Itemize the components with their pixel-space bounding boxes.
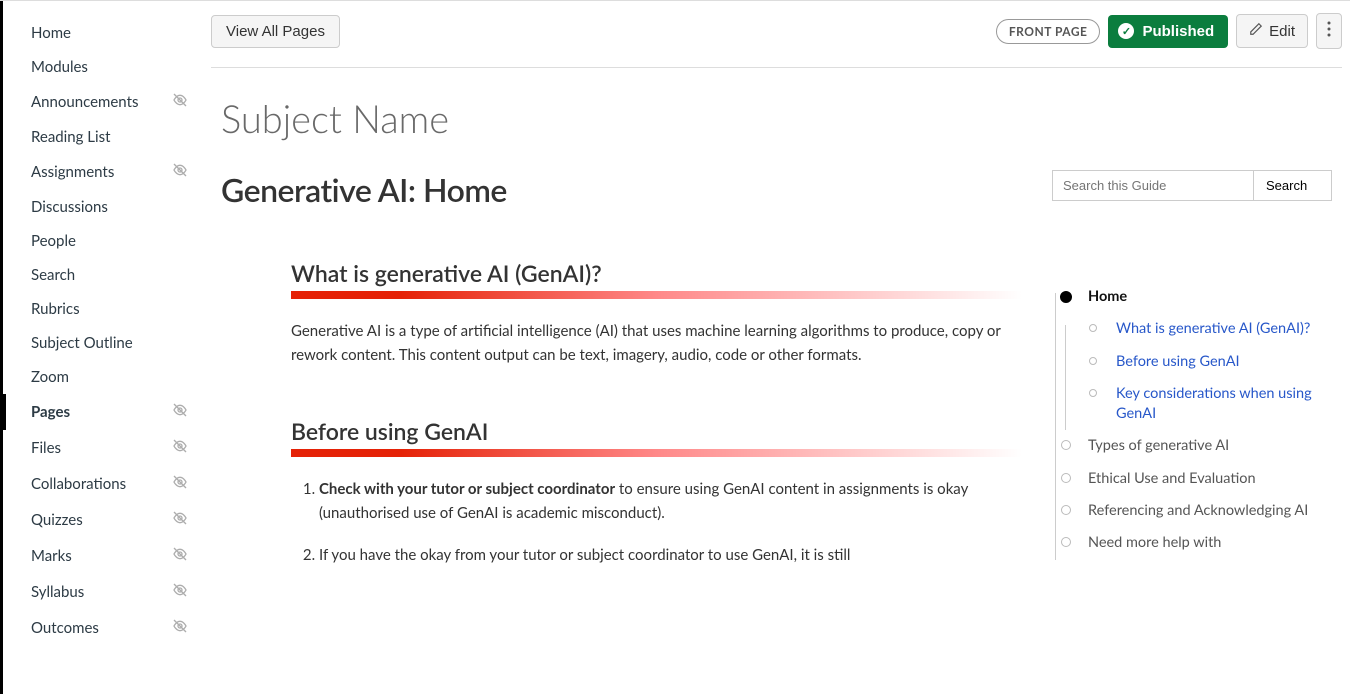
sidebar-item-label: Quizzes (31, 511, 83, 529)
sidebar-item-people[interactable]: People (3, 224, 203, 258)
sidebar-item-outcomes[interactable]: Outcomes (3, 610, 203, 646)
sidebar-item-label: Subject Outline (31, 334, 133, 352)
view-all-pages-button[interactable]: View All Pages (211, 15, 340, 48)
section-heading: Before using GenAI (291, 417, 1022, 445)
check-circle-icon: ✓ (1118, 23, 1134, 39)
hidden-icon (172, 510, 188, 530)
search-button[interactable]: Search (1253, 171, 1319, 200)
hidden-icon (172, 474, 188, 494)
sidebar-item-files[interactable]: Files (3, 430, 203, 466)
more-options-button[interactable] (1316, 13, 1342, 49)
hidden-icon (172, 438, 188, 458)
published-label: Published (1142, 23, 1214, 40)
sidebar-item-label: Zoom (31, 368, 69, 386)
guide-title: Generative AI: Home (221, 170, 507, 209)
toc-item[interactable]: Referencing and Acknowledging AI (1062, 495, 1332, 527)
edit-button[interactable]: Edit (1236, 14, 1308, 48)
sidebar-item-zoom[interactable]: Zoom (3, 360, 203, 394)
main-content-area: View All Pages FRONT PAGE ✓ Published Ed… (203, 1, 1350, 694)
guide-search: Search (1052, 170, 1332, 201)
sidebar-item-discussions[interactable]: Discussions (3, 190, 203, 224)
pencil-icon (1249, 22, 1263, 40)
hidden-icon (172, 402, 188, 422)
table-of-contents: HomeWhat is generative AI (GenAI)?Before… (1052, 281, 1332, 560)
sidebar-item-label: Assignments (31, 163, 114, 181)
sidebar-item-collaborations[interactable]: Collaborations (3, 466, 203, 502)
toc-item[interactable]: Home (1062, 281, 1332, 313)
sidebar-item-reading-list[interactable]: Reading List (3, 120, 203, 154)
sidebar-item-label: Collaborations (31, 475, 126, 493)
toc-item[interactable]: Ethical Use and Evaluation (1062, 463, 1332, 495)
edit-label: Edit (1269, 23, 1295, 40)
page-title: Subject Name (211, 68, 1342, 150)
toc-subitem[interactable]: What is generative AI (GenAI)? (1090, 313, 1332, 345)
sidebar-item-label: Search (31, 266, 75, 284)
sidebar-item-subject-outline[interactable]: Subject Outline (3, 326, 203, 360)
sidebar-item-syllabus[interactable]: Syllabus (3, 574, 203, 610)
sidebar-item-pages[interactable]: Pages (3, 394, 203, 430)
sidebar-item-home[interactable]: Home (3, 16, 203, 50)
sidebar-item-label: Pages (31, 403, 70, 421)
sidebar-item-label: Marks (31, 547, 72, 565)
course-nav-sidebar: Home Modules Announcements Reading List Assi… (3, 1, 203, 694)
search-input[interactable] (1053, 171, 1253, 200)
section-body: Check with your tutor or subject coordin… (291, 477, 1022, 567)
toc-subitem[interactable]: Key considerations when using GenAI (1090, 378, 1332, 431)
kebab-icon (1327, 21, 1331, 41)
sidebar-item-label: Outcomes (31, 619, 99, 637)
front-page-badge: FRONT PAGE (996, 19, 1101, 44)
hidden-icon (172, 92, 188, 112)
sidebar-item-quizzes[interactable]: Quizzes (3, 502, 203, 538)
published-button[interactable]: ✓ Published (1108, 15, 1228, 48)
sidebar-item-label: Home (31, 24, 71, 42)
sidebar-item-label: Files (31, 439, 61, 457)
section-heading: What is generative AI (GenAI)? (291, 259, 1022, 287)
section-body: Generative AI is a type of artificial in… (291, 319, 1022, 367)
sidebar-item-label: Modules (31, 58, 88, 76)
toc-item[interactable]: Types of generative AI (1062, 430, 1332, 462)
sidebar-item-rubrics[interactable]: Rubrics (3, 292, 203, 326)
sidebar-item-label: Announcements (31, 93, 138, 111)
sidebar-item-assignments[interactable]: Assignments (3, 154, 203, 190)
hidden-icon (172, 618, 188, 638)
toc-item[interactable]: Need more help with (1062, 527, 1332, 559)
sidebar-item-label: Rubrics (31, 300, 80, 318)
hidden-icon (172, 582, 188, 602)
hidden-icon (172, 162, 188, 182)
hidden-icon (172, 546, 188, 566)
sidebar-item-label: Discussions (31, 198, 108, 216)
sidebar-item-modules[interactable]: Modules (3, 50, 203, 84)
sidebar-item-search[interactable]: Search (3, 258, 203, 292)
list-item: If you have the okay from your tutor or … (319, 543, 1022, 567)
sidebar-item-label: Reading List (31, 128, 110, 146)
sidebar-item-marks[interactable]: Marks (3, 538, 203, 574)
section-divider (291, 449, 1022, 457)
toc-subitem[interactable]: Before using GenAI (1090, 346, 1332, 378)
section-divider (291, 291, 1022, 299)
page-toolbar: View All Pages FRONT PAGE ✓ Published Ed… (211, 1, 1342, 68)
sidebar-item-announcements[interactable]: Announcements (3, 84, 203, 120)
list-item: Check with your tutor or subject coordin… (319, 477, 1022, 525)
sidebar-item-label: People (31, 232, 76, 250)
sidebar-item-label: Syllabus (31, 583, 84, 601)
